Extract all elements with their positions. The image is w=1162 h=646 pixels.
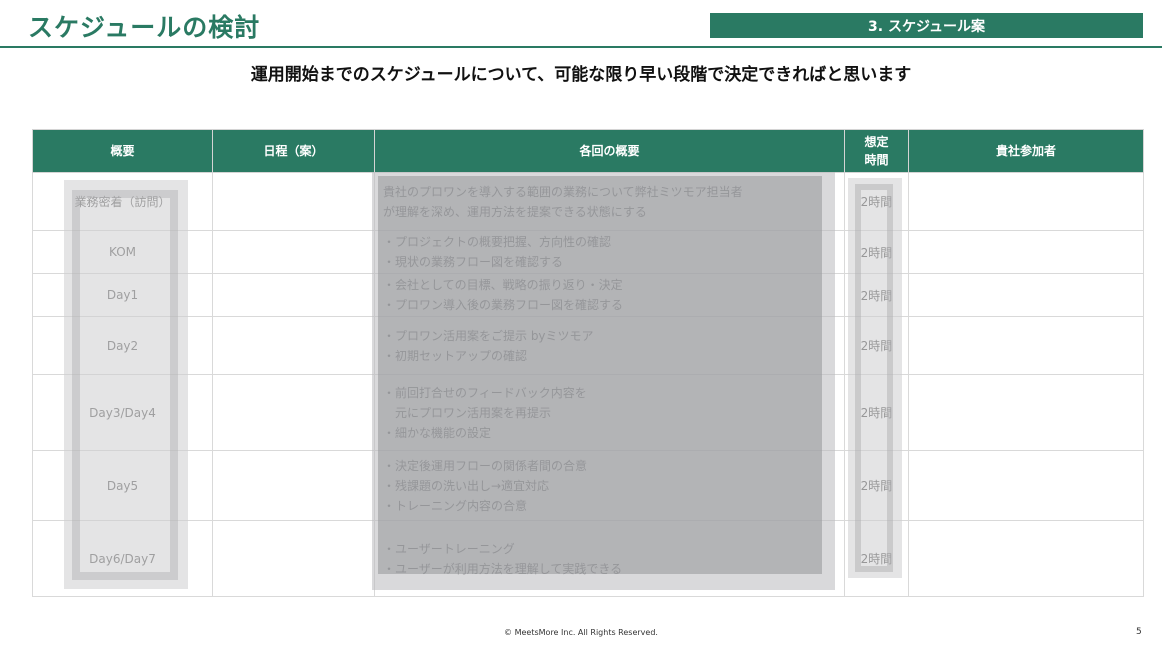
- row-time: 2時間: [844, 316, 909, 375]
- description-line: ・ユーザートレーニング: [383, 541, 515, 556]
- description-line: ・プロワン導入後の業務フロー図を確認する: [383, 298, 624, 312]
- row-outline: KOM: [32, 230, 213, 274]
- description-line: ・決定後運用フローの関係者間の合意: [383, 458, 588, 473]
- description-line: ・ユーザーが利用方法を理解して実践できる: [383, 561, 623, 576]
- table-row: Day5 ・決定後運用フローの関係者間の合意 ・残課題の洗い出し→適宜対応 ・ト…: [32, 450, 1144, 521]
- row-time: 2時間: [844, 450, 909, 521]
- page-title: スケジュールの検討: [28, 13, 261, 42]
- row-description: ・ユーザートレーニング ・ユーザーが利用方法を理解して実践できる: [374, 520, 845, 597]
- header-session-overview: 各回の概要: [374, 129, 845, 173]
- description-line: 元にプロワン活用案を再提示: [383, 405, 552, 420]
- description-line: 貴社のプロワンを導入する範囲の業務について弊社ミツモア担当者: [383, 184, 743, 199]
- row-participants: [908, 273, 1144, 317]
- header-divider: [0, 46, 1162, 48]
- description-line: ・前回打合せのフィードバック内容を: [383, 385, 587, 400]
- description-line: が理解を深め、運用方法を提案できる状態にする: [383, 204, 647, 219]
- schedule-table: 概要 日程（案） 各回の概要 想定 時間 貴社参加者 業務密着（訪問） 貴社のプ…: [32, 129, 1144, 597]
- footer-copyright: © MeetsMore Inc. All Rights Reserved.: [504, 628, 658, 637]
- row-time: 2時間: [844, 230, 909, 274]
- row-time: 2時間: [844, 520, 909, 597]
- row-time: 2時間: [844, 374, 909, 451]
- table-row: 業務密着（訪問） 貴社のプロワンを導入する範囲の業務について弊社ミツモア担当者 …: [32, 172, 1144, 231]
- header-participants: 貴社参加者: [908, 129, 1144, 173]
- slide-subtitle: 運用開始までのスケジュールについて、可能な限り早い段階で決定できればと思います: [250, 65, 912, 85]
- row-participants: [908, 520, 1144, 597]
- row-outline: Day3/Day4: [32, 374, 213, 451]
- table-header-row: 概要 日程（案） 各回の概要 想定 時間 貴社参加者: [32, 129, 1144, 173]
- description-line: ・会社としての目標、戦略の振り返り・決定: [383, 278, 623, 292]
- row-description: ・プロジェクトの概要把握、方向性の確認 ・現状の業務フロー図を確認する: [374, 230, 845, 274]
- table-row: Day1 ・会社としての目標、戦略の振り返り・決定 ・プロワン導入後の業務フロー…: [32, 273, 1144, 317]
- description-line: ・プロワン活用案をご提示 byミツモア: [383, 328, 594, 343]
- header-time-line-1: 想定: [864, 135, 889, 149]
- description-line: ・トレーニング内容の合意: [383, 498, 528, 513]
- row-description: ・プロワン活用案をご提示 byミツモア ・初期セットアップの確認: [374, 316, 845, 375]
- row-date: [212, 374, 375, 451]
- row-date: [212, 450, 375, 521]
- header-time-line-2: 時間: [864, 153, 889, 167]
- row-outline: Day1: [32, 273, 213, 317]
- row-description: ・前回打合せのフィードバック内容を 元にプロワン活用案を再提示 ・細かな機能の設…: [374, 374, 845, 451]
- row-description: 貴社のプロワンを導入する範囲の業務について弊社ミツモア担当者 が理解を深め、運用…: [374, 172, 845, 231]
- header-date: 日程（案）: [212, 129, 375, 173]
- row-description: ・会社としての目標、戦略の振り返り・決定 ・プロワン導入後の業務フロー図を確認す…: [374, 273, 845, 317]
- row-date: [212, 230, 375, 274]
- row-outline: Day2: [32, 316, 213, 375]
- row-date: [212, 273, 375, 317]
- table-row: Day3/Day4 ・前回打合せのフィードバック内容を 元にプロワン活用案を再提…: [32, 374, 1144, 451]
- description-line: ・プロジェクトの概要把握、方向性の確認: [383, 235, 612, 249]
- row-participants: [908, 316, 1144, 375]
- row-outline: 業務密着（訪問）: [32, 172, 213, 231]
- row-participants: [908, 450, 1144, 521]
- header-outline: 概要: [32, 129, 213, 173]
- row-time: 2時間: [844, 172, 909, 231]
- row-date: [212, 520, 375, 597]
- row-participants: [908, 374, 1144, 451]
- row-date: [212, 172, 375, 231]
- row-time: 2時間: [844, 273, 909, 317]
- description-line: ・残課題の洗い出し→適宜対応: [383, 478, 550, 493]
- table-row: Day6/Day7 ・ユーザートレーニング ・ユーザーが利用方法を理解して実践で…: [32, 520, 1144, 597]
- section-tag: 3. スケジュール案: [710, 13, 1143, 38]
- row-outline: Day6/Day7: [32, 520, 213, 597]
- header-estimated-time: 想定 時間: [844, 129, 909, 173]
- description-line: ・現状の業務フロー図を確認する: [383, 255, 564, 269]
- row-date: [212, 316, 375, 375]
- row-participants: [908, 230, 1144, 274]
- description-line: ・初期セットアップの確認: [383, 348, 528, 363]
- row-outline: Day5: [32, 450, 213, 521]
- table-row: Day2 ・プロワン活用案をご提示 byミツモア ・初期セットアップの確認 2時…: [32, 316, 1144, 375]
- table-row: KOM ・プロジェクトの概要把握、方向性の確認 ・現状の業務フロー図を確認する …: [32, 230, 1144, 274]
- description-line: ・細かな機能の設定: [383, 425, 492, 440]
- row-description: ・決定後運用フローの関係者間の合意 ・残課題の洗い出し→適宜対応 ・トレーニング…: [374, 450, 845, 521]
- page-number: 5: [1136, 627, 1142, 637]
- row-participants: [908, 172, 1144, 231]
